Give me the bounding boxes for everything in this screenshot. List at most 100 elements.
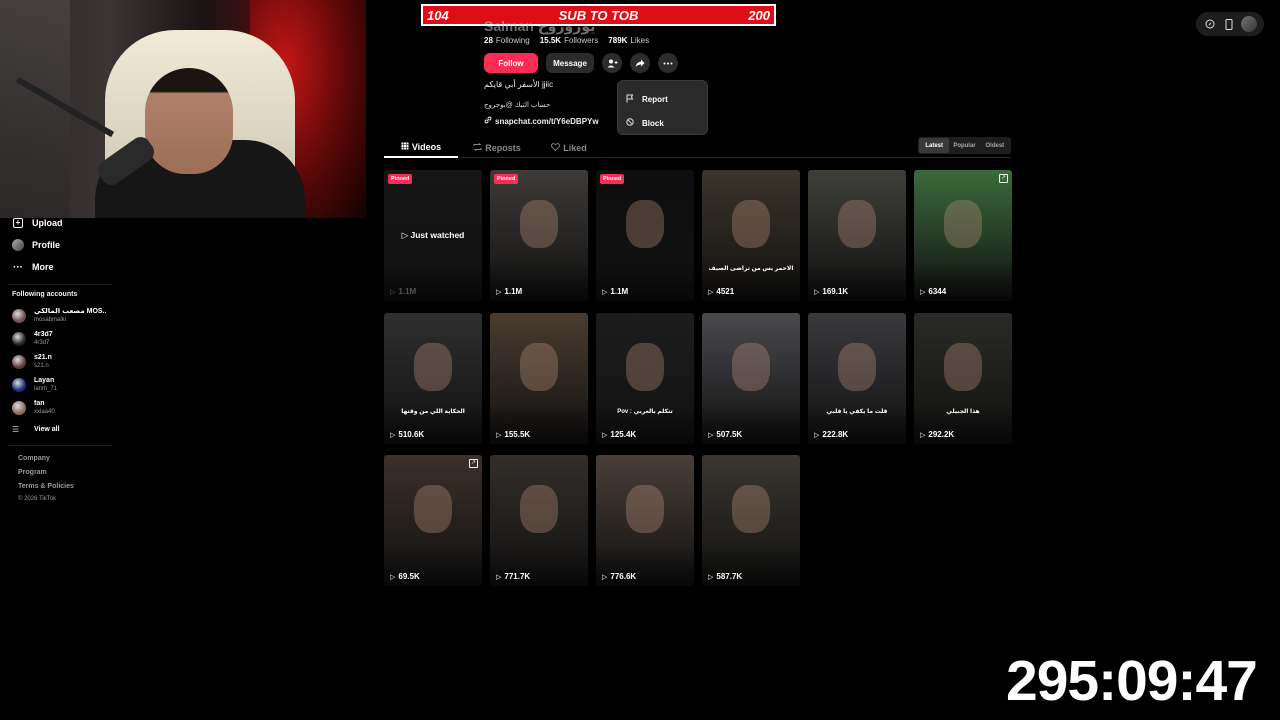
view-count: ▷ 292.2K: [920, 430, 954, 439]
view-all-button[interactable]: ☰ View all: [0, 419, 120, 439]
link-icon: [484, 116, 492, 126]
video-card[interactable]: الحكاية اللي من وقتها ▷ 510.6K: [384, 313, 482, 444]
footer-company-link[interactable]: Company: [18, 452, 120, 466]
more-options-icon[interactable]: [658, 53, 678, 73]
play-icon: ▷: [602, 573, 608, 581]
video-card[interactable]: ▷ 771.7K: [490, 455, 588, 586]
tab-liked[interactable]: Liked: [544, 137, 594, 158]
play-icon: ▷: [390, 288, 396, 296]
video-caption: Pov : تتكلم بالعربي: [617, 409, 673, 415]
play-icon: ▷: [496, 288, 502, 296]
follow-button[interactable]: Follow: [484, 53, 538, 73]
following-account-item[interactable]: مصعب المالكي MOS...mosabmalki: [0, 304, 120, 327]
webcam-overlay: [0, 0, 366, 218]
tab-reposts[interactable]: Reposts: [464, 137, 530, 158]
view-count: ▷ 587.7K: [708, 572, 742, 581]
block-icon: [626, 118, 636, 128]
sidebar-item-profile[interactable]: Profile: [0, 234, 120, 256]
account-name: fan: [34, 399, 45, 407]
following-stat[interactable]: 28 Following: [484, 36, 530, 45]
footer-program-link[interactable]: Program: [18, 466, 120, 480]
sidebar-item-upload[interactable]: + Upload: [0, 212, 120, 234]
bio-link[interactable]: snapchat.com/t/Y6eDBPYw: [484, 116, 599, 126]
following-accounts-list: مصعب المالكي MOS...mosabmalki 4r3d74r3d7 s…: [0, 304, 120, 419]
play-icon: ▷: [708, 431, 714, 439]
add-friend-icon[interactable]: [602, 53, 622, 73]
video-card[interactable]: هذا الجبيلي ▷ 292.2K: [914, 313, 1012, 444]
video-thumbnail-figure: [626, 485, 664, 533]
share-icon[interactable]: [630, 53, 650, 73]
video-thumbnail-figure: [838, 200, 876, 248]
play-icon: ▷: [401, 230, 411, 240]
account-name: 4r3d7: [34, 330, 53, 338]
video-card[interactable]: ▷ 169.1K: [808, 170, 906, 301]
view-count: ▷ 6344: [920, 287, 946, 296]
footer-links: Company Program Terms & Policies © 2026 …: [0, 452, 120, 504]
video-caption: هذا الجبيلي: [946, 409, 980, 415]
sort-latest-button[interactable]: Latest: [919, 138, 950, 153]
bio-line-1: الأسفر أبي قايكم jjiic: [484, 80, 554, 89]
video-thumbnail-figure: [732, 485, 770, 533]
video-thumbnail-figure: [626, 200, 664, 248]
view-all-label: View all: [34, 425, 60, 433]
report-label: Report: [642, 94, 668, 104]
account-handle: lanm_71: [34, 385, 58, 392]
footer-terms-link[interactable]: Terms & Policies: [18, 480, 120, 494]
avatar-icon[interactable]: [1241, 16, 1258, 32]
video-card[interactable]: ↗ ▷ 6344: [914, 170, 1012, 301]
report-menu-item[interactable]: Report: [618, 87, 707, 111]
video-thumbnail-figure: [944, 343, 982, 391]
account-handle: mosabmalki: [34, 316, 67, 323]
sidebar-item-more[interactable]: ··· More: [0, 256, 120, 278]
sidebar-divider: [8, 284, 112, 285]
following-account-item[interactable]: 4r3d7 4r3d7: [0, 327, 120, 350]
video-card[interactable]: Pinned ▷ Just watched ▷ 1.1M: [384, 170, 482, 301]
following-account-item[interactable]: s21.n s21.n: [0, 350, 120, 373]
top-right-toolbar: [1196, 12, 1264, 36]
video-card[interactable]: Pov : تتكلم بالعربي ▷ 125.4K: [596, 313, 694, 444]
view-count: ▷ 4521: [708, 287, 734, 296]
sort-oldest-button[interactable]: Oldest: [980, 138, 1010, 153]
message-button[interactable]: Message: [546, 53, 594, 73]
followers-stat[interactable]: 15.5K Followers: [540, 36, 599, 45]
webcam-curtain: [0, 0, 70, 218]
video-card[interactable]: الاحمر بس من تراضى الصيف ▷ 4521: [702, 170, 800, 301]
phone-icon[interactable]: [1222, 17, 1236, 31]
video-card[interactable]: ▷ 155.5K: [490, 313, 588, 444]
video-thumbnail-figure: [732, 343, 770, 391]
play-icon: ▷: [920, 431, 926, 439]
account-text: 4r3d7 4r3d7: [34, 331, 53, 347]
profile-actions: Follow Message: [484, 53, 678, 73]
video-card[interactable]: Pinned ▷ 1.1M: [490, 170, 588, 301]
video-card[interactable]: ↗ ▷ 69.5K: [384, 455, 482, 586]
video-card[interactable]: ▷ 776.6K: [596, 455, 694, 586]
profile-tabs: Videos Reposts Liked: [384, 137, 1011, 158]
avatar: [12, 308, 26, 323]
video-caption: الاحمر بس من تراضى الصيف: [708, 266, 794, 272]
block-menu-item[interactable]: Block: [618, 111, 707, 135]
play-icon: ▷: [496, 431, 502, 439]
sidebar-divider: [8, 445, 112, 446]
video-card[interactable]: Pinned ▷ 1.1M: [596, 170, 694, 301]
account-handle: xxlaa40: [34, 408, 55, 415]
compass-icon[interactable]: [1203, 17, 1217, 31]
play-icon: ▷: [814, 431, 820, 439]
following-account-item[interactable]: fan xxlaa40: [0, 396, 120, 419]
sort-popular-button[interactable]: Popular: [949, 138, 979, 153]
view-count: ▷ 771.7K: [496, 572, 530, 581]
tab-videos[interactable]: Videos: [384, 137, 458, 158]
grid-icon: [401, 142, 409, 152]
account-text: مصعب المالكي MOS...mosabmalki: [34, 308, 106, 324]
avatar: [12, 331, 26, 346]
view-count-text: 510.6K: [398, 430, 425, 439]
following-account-item[interactable]: Layan lanm_71: [0, 373, 120, 396]
video-card[interactable]: قلت ما يكفي يا قلبي ▷ 222.8K: [808, 313, 906, 444]
view-count: ▷ 125.4K: [602, 430, 636, 439]
view-count-text: 587.7K: [716, 572, 743, 581]
photo-mode-icon: ↗: [469, 459, 478, 468]
video-card[interactable]: ▷ 587.7K: [702, 455, 800, 586]
more-options-dropdown: Report Block: [617, 80, 708, 135]
avatar: [12, 377, 26, 392]
view-count-text: 155.5K: [504, 430, 531, 439]
video-card[interactable]: ▷ 507.5K: [702, 313, 800, 444]
